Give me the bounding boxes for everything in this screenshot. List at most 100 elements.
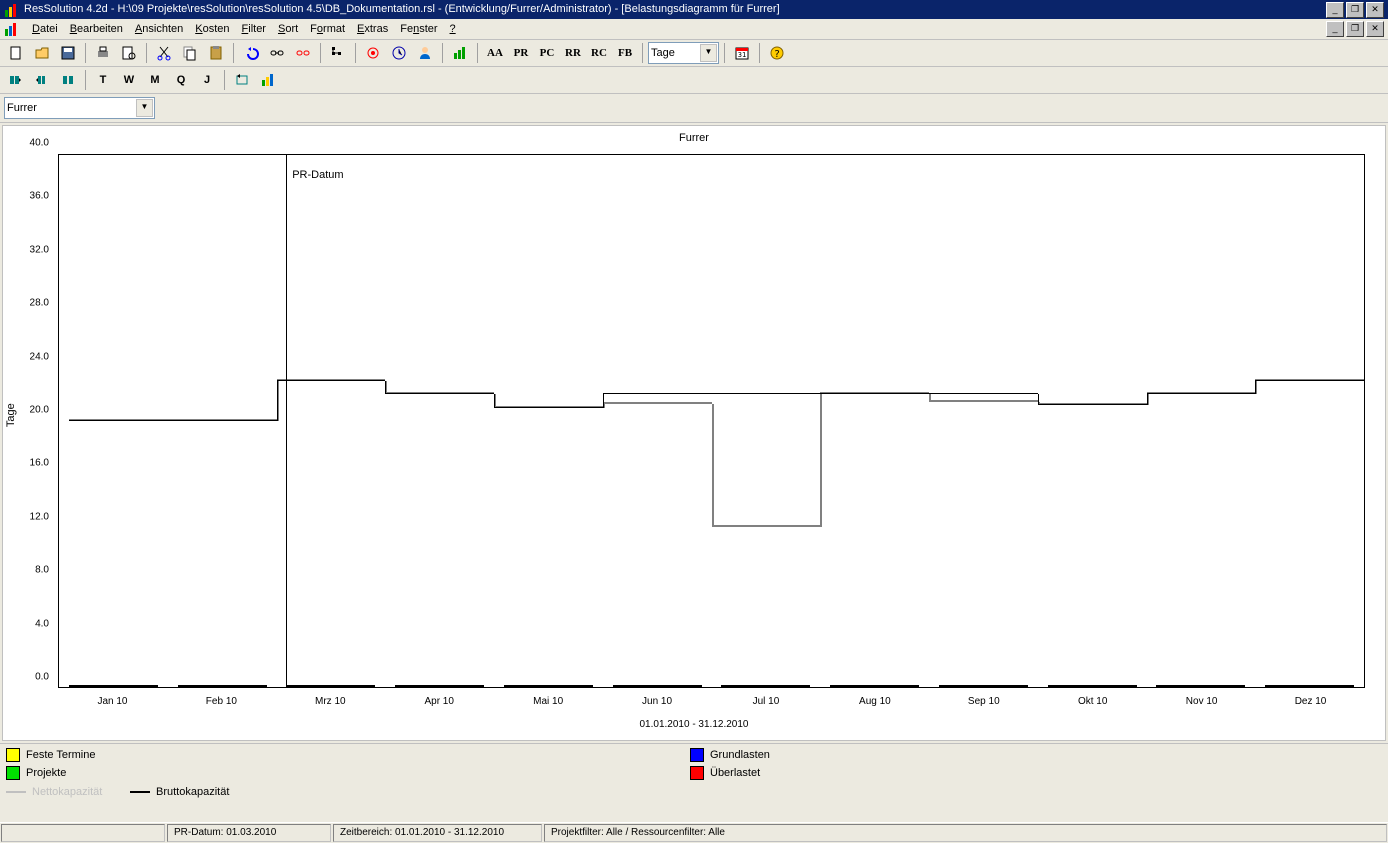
menu-format[interactable]: Format — [304, 21, 351, 37]
svg-text:?: ? — [774, 49, 780, 60]
print-button[interactable] — [91, 41, 115, 65]
unit-combo-value: Tage — [651, 47, 675, 59]
menu-ansichten[interactable]: Ansichten — [129, 21, 189, 37]
dropdown-arrow-icon: ▼ — [136, 99, 153, 117]
status-zeitbereich: Zeitbereich: 01.01.2010 - 31.12.2010 — [333, 824, 542, 842]
y-axis: 0.04.08.012.016.020.024.028.032.036.040.… — [3, 154, 53, 688]
menu-kosten[interactable]: Kosten — [189, 21, 235, 37]
bar-idle — [1048, 685, 1137, 687]
save-button[interactable] — [56, 41, 80, 65]
x-tick: Jan 10 — [97, 696, 127, 707]
x-range-label: 01.01.2010 - 31.12.2010 — [3, 719, 1385, 730]
mdi-maximize-button[interactable]: ❐ — [1346, 21, 1364, 37]
y-tick: 20.0 — [30, 405, 49, 416]
app-icon — [4, 2, 20, 18]
unlink-button[interactable] — [291, 41, 315, 65]
chart-title: Furrer — [3, 126, 1385, 146]
print-preview-button[interactable] — [117, 41, 141, 65]
new-button[interactable] — [4, 41, 28, 65]
menu-filter[interactable]: Filter — [236, 21, 272, 37]
y-tick: 0.0 — [35, 672, 49, 683]
pr-button[interactable]: PR — [509, 41, 533, 65]
aa-button[interactable]: AA — [483, 41, 507, 65]
zoom-fit-button[interactable] — [56, 68, 80, 92]
legend-grundlasten: Grundlasten — [690, 748, 770, 762]
x-tick: Feb 10 — [206, 696, 237, 707]
fb-button[interactable]: FB — [613, 41, 637, 65]
bar-idle — [721, 685, 810, 687]
chart-plot-area: PR-Datum — [58, 154, 1365, 688]
rr-button[interactable]: RR — [561, 41, 585, 65]
paste-button[interactable] — [204, 41, 228, 65]
undo-button[interactable] — [239, 41, 263, 65]
menu-extras[interactable]: Extras — [351, 21, 394, 37]
menu-bearbeiten[interactable]: Bearbeiten — [64, 21, 129, 37]
scale-w-button[interactable]: W — [117, 68, 141, 92]
mdi-minimize-button[interactable]: _ — [1326, 21, 1344, 37]
chart-refresh-button[interactable] — [256, 68, 280, 92]
cut-button[interactable] — [152, 41, 176, 65]
legend-projekte: Projekte — [6, 766, 66, 780]
resource-combo-value: Furrer — [7, 102, 37, 114]
status-filter: Projektfilter: Alle / Ressourcenfilter: … — [544, 824, 1387, 842]
bar-ueberlastet — [504, 685, 593, 687]
toolbar-view: T W M Q J — [0, 67, 1388, 94]
target-button[interactable] — [361, 41, 385, 65]
x-tick: Dez 10 — [1295, 696, 1327, 707]
resource-combo[interactable]: Furrer ▼ — [4, 97, 155, 119]
scale-j-button[interactable]: J — [195, 68, 219, 92]
link-button[interactable] — [265, 41, 289, 65]
bar-ueberlastet — [395, 685, 484, 687]
refresh-button[interactable] — [230, 68, 254, 92]
scale-t-button[interactable]: T — [91, 68, 115, 92]
calendar-button[interactable]: 31 — [730, 41, 754, 65]
copy-button[interactable] — [178, 41, 202, 65]
y-tick: 4.0 — [35, 618, 49, 629]
pc-button[interactable]: PC — [535, 41, 559, 65]
menu-datei[interactable]: Datei — [26, 21, 64, 37]
rc-button[interactable]: RC — [587, 41, 611, 65]
x-tick: Nov 10 — [1186, 696, 1218, 707]
bar-idle — [1156, 685, 1245, 687]
y-tick: 8.0 — [35, 565, 49, 576]
scale-m-button[interactable]: M — [143, 68, 167, 92]
legend: Feste Termine Grundlasten Projekte Überl… — [0, 743, 1388, 808]
pr-datum-line — [286, 155, 287, 687]
open-button[interactable] — [30, 41, 54, 65]
bar-idle — [69, 685, 158, 687]
x-tick: Mai 10 — [533, 696, 563, 707]
pr-datum-label: PR-Datum — [290, 169, 345, 181]
menu-sort[interactable]: Sort — [272, 21, 304, 37]
x-tick: Aug 10 — [859, 696, 891, 707]
document-icon — [4, 21, 20, 37]
status-empty — [1, 824, 165, 842]
help-button[interactable]: ? — [765, 41, 789, 65]
menu-fenster[interactable]: Fenster — [394, 21, 443, 37]
x-tick: Jun 10 — [642, 696, 672, 707]
legend-feste-termine: Feste Termine — [6, 748, 96, 762]
chart-button[interactable] — [448, 41, 472, 65]
x-tick: Okt 10 — [1078, 696, 1107, 707]
menu-bar: Datei Bearbeiten Ansichten Kosten Filter… — [0, 19, 1388, 40]
svg-text:31: 31 — [738, 51, 746, 59]
y-tick: 12.0 — [30, 511, 49, 522]
close-button[interactable]: ✕ — [1366, 2, 1384, 18]
y-tick: 32.0 — [30, 244, 49, 255]
status-bar: PR-Datum: 01.03.2010 Zeitbereich: 01.01.… — [0, 822, 1388, 843]
resource-button[interactable] — [413, 41, 437, 65]
zoom-out-button[interactable] — [30, 68, 54, 92]
tree-button[interactable] — [326, 41, 350, 65]
menu-help[interactable]: ? — [444, 21, 462, 37]
minimize-button[interactable]: _ — [1326, 2, 1344, 18]
maximize-button[interactable]: ❐ — [1346, 2, 1364, 18]
schedule-button[interactable] — [387, 41, 411, 65]
unit-combo[interactable]: Tage ▼ — [648, 42, 719, 64]
mdi-close-button[interactable]: ✕ — [1366, 21, 1384, 37]
zoom-in-button[interactable] — [4, 68, 28, 92]
toolbar-main: AA PR PC RR RC FB Tage ▼ 31 ? — [0, 40, 1388, 67]
y-tick: 24.0 — [30, 351, 49, 362]
scale-q-button[interactable]: Q — [169, 68, 193, 92]
selector-row: Furrer ▼ — [0, 94, 1388, 123]
y-tick: 40.0 — [30, 138, 49, 149]
dropdown-arrow-icon: ▼ — [700, 44, 717, 62]
